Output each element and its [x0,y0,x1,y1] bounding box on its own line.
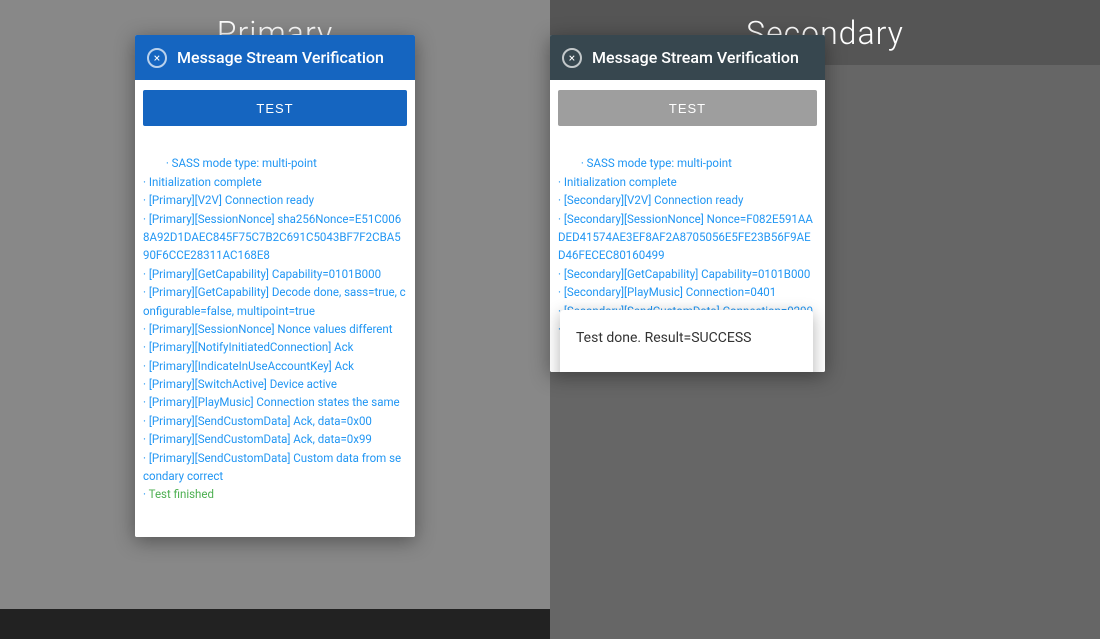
result-ok-area: OK [576,366,797,372]
left-log-area: · SASS mode type: multi-point · Initiali… [143,136,407,522]
left-dialog-body: TEST · SASS mode type: multi-point · Ini… [135,80,415,537]
left-bottom-bar [0,609,550,639]
left-dialog-titlebar: × Message Stream Verification [135,35,415,80]
right-test-button: TEST [558,90,817,126]
left-panel: Primary × Message Stream Verification TE… [0,0,550,639]
right-dialog-titlebar: × Message Stream Verification [550,35,825,80]
left-dialog: × Message Stream Verification TEST · SAS… [135,35,415,537]
right-panel: Secondary × Message Stream Verification … [550,0,1100,639]
right-dialog: × Message Stream Verification TEST · SAS… [550,35,825,372]
right-dialog-close-button[interactable]: × [562,48,582,68]
result-dialog: Test done. Result=SUCCESS OK [560,310,813,372]
result-message: Test done. Result=SUCCESS [576,330,797,346]
right-dialog-title: Message Stream Verification [592,48,799,67]
left-dialog-title: Message Stream Verification [177,48,384,67]
left-dialog-close-button[interactable]: × [147,48,167,68]
left-test-button[interactable]: TEST [143,90,407,126]
result-ok-button[interactable]: OK [761,366,797,372]
